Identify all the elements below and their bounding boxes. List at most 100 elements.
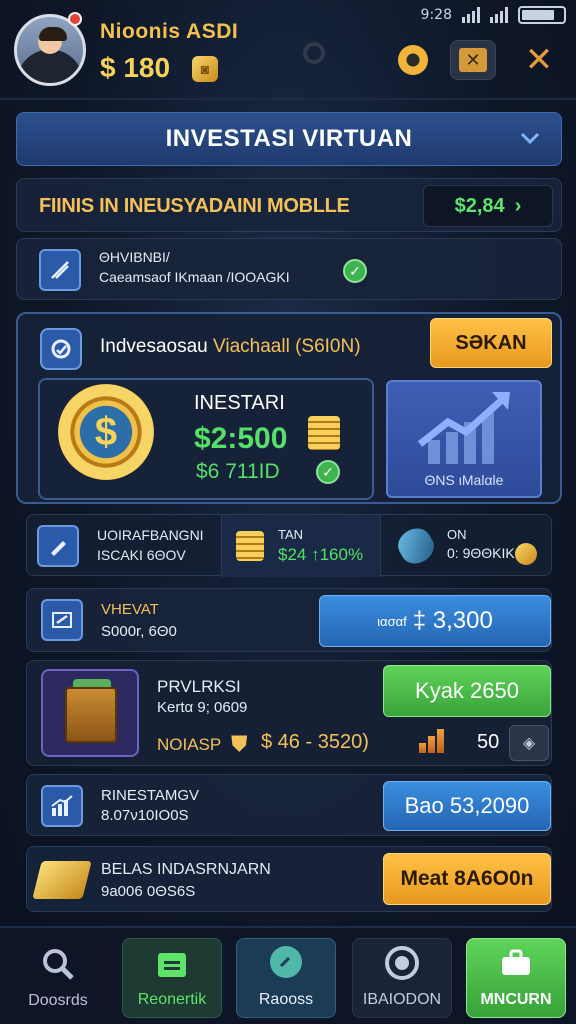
target-icon xyxy=(382,943,422,983)
user-name: Nioonis ASDI xyxy=(100,20,239,43)
deposit-button[interactable]: ιασαf ‡ 3,300 xyxy=(319,595,551,647)
strategy-button[interactable]: Bao 53,2090 xyxy=(383,781,551,831)
tab-label: MNCURN xyxy=(480,991,552,1008)
transaction-count: 50 xyxy=(477,731,500,753)
edit-icon xyxy=(39,249,81,291)
wifi-signal-icon xyxy=(490,7,508,23)
notifications-button[interactable] xyxy=(390,40,436,80)
investment-amount: $2:500 xyxy=(194,422,288,455)
tab-process[interactable]: Raooss xyxy=(236,938,336,1018)
investment-amount-secondary: $6 711ID xyxy=(196,460,280,483)
section-dropdown[interactable]: INVESTASI VIRTUAN xyxy=(16,112,562,166)
investment-title-part1: Indvesaosau xyxy=(100,336,208,357)
wallet-row[interactable]: VHEVAT S000r, 6Θ0 ιασαf ‡ 3,300 xyxy=(26,588,552,652)
tab-label: IBAIODON xyxy=(362,991,442,1008)
briefcase-icon xyxy=(496,943,536,983)
bar-chart-icon xyxy=(419,727,449,753)
transaction-title: PRVLRKSI xyxy=(157,677,241,696)
coin-icon xyxy=(515,543,537,565)
investment-card: Indvesaosau Viachaall (S6I0N) SƏΚΑΝ $ IN… xyxy=(16,312,562,504)
balance-line1: BELAS INDASRNJARN xyxy=(101,861,271,878)
verification-row[interactable]: ΘΗVΙΒΝΒΙ/ Caeamsaof IKmaan /IOOAGKI ✓ xyxy=(16,238,562,300)
save-button[interactable]: SƏΚΑΝ xyxy=(430,318,552,368)
inbox-button[interactable]: ✕ xyxy=(450,40,496,80)
settings-icon: ◈ xyxy=(522,735,536,752)
growth-chart-button[interactable]: ΘΝS ιMalαle xyxy=(386,380,542,498)
balance-line2: 9a006 0ΘS6S xyxy=(101,883,196,900)
status-bar: 9:28 xyxy=(421,4,566,26)
transaction-meta-label: NOIASP xyxy=(157,735,222,754)
transaction-action-button[interactable]: Kyak 2650 xyxy=(383,665,551,717)
platform-value: $2,84 xyxy=(454,194,505,217)
status-time: 9:28 xyxy=(420,7,452,23)
stats-right-line2: 0: 9ΘΘΚΙΚ xyxy=(447,545,515,561)
chart-caption: ΘΝS ιMalαle xyxy=(424,472,504,488)
tab-menu[interactable]: MNCURN xyxy=(466,938,566,1018)
pencil-icon xyxy=(37,525,79,567)
coin-stack-icon xyxy=(308,416,340,450)
close-icon: ✕ xyxy=(524,41,554,79)
capsule-icon xyxy=(392,522,440,570)
transaction-row[interactable]: PRVLRKSI Kertα 9; 0609 NOIASP ⛊ $ 46 - 3… xyxy=(26,660,552,766)
platform-label: FIINIS IN INEUSYADAINI MOBLLE xyxy=(39,195,350,217)
gold-bar-icon xyxy=(32,861,92,899)
strategy-line1: RINESTAMGV xyxy=(101,787,200,804)
stats-mid-line1: TAN xyxy=(278,527,304,542)
more-button[interactable]: ◈ xyxy=(509,725,549,761)
page-title: INVESTASI VIRTUAN xyxy=(165,125,413,152)
tab-report[interactable]: Reonertik xyxy=(122,938,222,1018)
tab-dashboard[interactable]: Doosrds xyxy=(8,938,108,1018)
chevron-right-icon: › xyxy=(514,194,522,217)
check-icon: ✓ xyxy=(343,259,367,283)
tab-label: Doosrds xyxy=(28,992,88,1009)
growth-chart-icon xyxy=(417,392,510,464)
stats-left-line1: UOIRAFBANGNI xyxy=(97,527,204,543)
balance-row[interactable]: BELAS INDASRNJARN 9a006 0ΘS6S Meat 8Α6Ο0… xyxy=(26,846,552,912)
stats-row[interactable]: UOIRAFBANGNI ISCAKI 6ΘΟV TAN $24 ↑160% O… xyxy=(26,514,552,577)
treasure-chest-icon xyxy=(41,669,139,757)
transaction-range: $ 46 - 3520) xyxy=(261,731,369,753)
bottom-nav: Doosrds Reonertik Raooss IBAIODON MNCURN xyxy=(0,926,576,1024)
deposit-prefix: ιασαf xyxy=(377,613,407,629)
signal-icon xyxy=(462,7,480,23)
notification-dot-icon xyxy=(68,12,82,26)
box-icon: ✕ xyxy=(459,48,487,72)
ring-icon xyxy=(398,45,428,75)
strategy-row[interactable]: RINESTAMGV 8.07ν10ΙΟ0S Bao 53,2090 xyxy=(26,774,552,836)
tab-label: Reonertik xyxy=(137,991,207,1008)
chevron-down-icon xyxy=(517,125,543,151)
trend-chart-icon xyxy=(41,785,83,827)
stats-mid-line2: $24 ↑160% xyxy=(278,545,364,564)
balance-button[interactable]: Meat 8Α6Ο0n xyxy=(383,853,551,905)
sync-icon xyxy=(40,328,82,370)
check-icon: ✓ xyxy=(316,460,340,484)
platform-value-button[interactable]: $2,84 › xyxy=(423,185,553,227)
wallet-line2: S000r, 6Θ0 xyxy=(101,623,177,640)
shield-icon: ⛊ xyxy=(231,731,248,756)
balance-amount: $ 180 xyxy=(100,52,171,83)
chat-icon xyxy=(266,943,306,983)
strategy-line2: 8.07ν10ΙΟ0S xyxy=(101,807,189,824)
coin-icon: ◙ xyxy=(192,56,218,82)
battery-icon xyxy=(518,6,566,24)
verify-line1: ΘΗVΙΒΝΒΙ/ xyxy=(99,249,170,265)
wallet-icon xyxy=(152,943,192,983)
stats-left-line2: ISCAKI 6ΘΟV xyxy=(97,547,186,563)
stats-growth: TAN $24 ↑160% xyxy=(221,515,381,577)
stats-right-line1: ON xyxy=(447,527,467,542)
wallet-line1: VHEVAT xyxy=(101,601,159,618)
settings-icon[interactable] xyxy=(303,42,325,64)
investment-summary: $ INESTARI $2:500 $6 711ID ✓ xyxy=(38,378,374,500)
deposit-amount: ‡ 3,300 xyxy=(412,607,493,634)
platform-row[interactable]: FIINIS IN INEUSYADAINI MOBLLE $2,84 › xyxy=(16,178,562,232)
tab-target[interactable]: IBAIODON xyxy=(352,938,452,1018)
dollar-coin-icon: $ xyxy=(58,384,154,480)
transaction-subtitle: Kertα 9; 0609 xyxy=(157,699,248,716)
search-icon xyxy=(38,944,78,984)
header-divider xyxy=(0,98,576,100)
close-button[interactable]: ✕ xyxy=(516,40,562,80)
coin-stack-icon xyxy=(236,531,264,561)
wallet-icon xyxy=(41,599,83,641)
investment-title: Indvesaosau Viachaall (S6I0N) xyxy=(100,336,361,358)
investment-sub-label: INESTARI xyxy=(194,392,285,414)
